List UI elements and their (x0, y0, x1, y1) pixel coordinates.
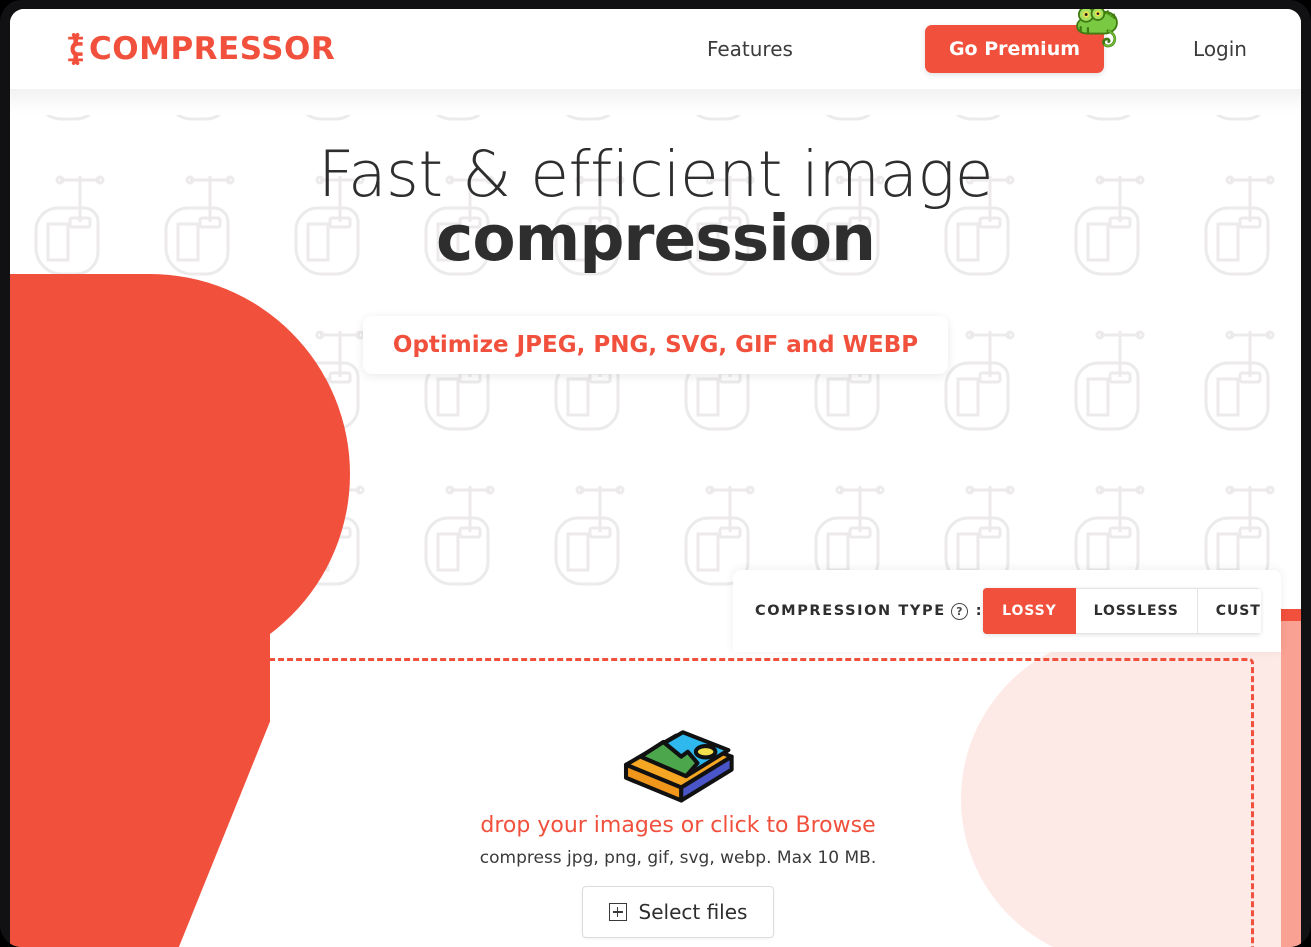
compression-type-label: COMPRESSION TYPE ? : (755, 602, 984, 620)
image-stack-icon (623, 730, 734, 803)
compression-type-options: LOSSY LOSSLESS CUSTOM (983, 588, 1261, 634)
dropzone-dashed-area[interactable]: drop your images or click to Browse comp… (102, 658, 1254, 947)
supported-formats-pill: Optimize JPEG, PNG, SVG, GIF and WEBP (362, 315, 949, 374)
go-premium-button[interactable]: Go Premium (924, 25, 1105, 73)
dropzone-title: drop your images or click to Browse (480, 813, 876, 838)
compression-option-lossless[interactable]: LOSSLESS (1075, 588, 1198, 634)
site-logo[interactable]: COMPRESSOR (62, 30, 335, 68)
dropzone-subtitle: compress jpg, png, gif, svg, webp. Max 1… (479, 848, 877, 868)
question-mark-circle-icon[interactable]: ? (950, 602, 968, 620)
compression-label-colon: : (975, 603, 984, 619)
nav-link-login[interactable]: Login (1189, 29, 1251, 69)
select-files-button[interactable]: Select files (581, 886, 775, 938)
main-navigation: Features Go Premium Login (703, 9, 1251, 73)
browser-viewport: COMPRESSOR Features Go Premium Login Fas… (10, 9, 1301, 947)
hero-section: Fast & efficient image compression Optim… (10, 115, 1301, 374)
logo-text: COMPRESSOR (89, 30, 336, 67)
compression-option-custom[interactable]: CUSTOM (1197, 588, 1261, 634)
compression-type-panel: COMPRESSION TYPE ? : LOSSY LOSSLESS CUST… (733, 570, 1281, 652)
site-header: COMPRESSOR Features Go Premium Login (10, 9, 1301, 89)
plus-square-icon (608, 903, 627, 921)
compression-option-lossy[interactable]: LOSSY (983, 588, 1076, 634)
page-title-line-1: Fast & efficient image (318, 138, 994, 211)
header-gradient-divider (10, 89, 1301, 115)
page-title-line-2: compression (436, 202, 876, 276)
nav-link-features[interactable]: Features (703, 29, 797, 69)
device-frame: COMPRESSOR Features Go Premium Login Fas… (0, 0, 1311, 947)
compression-type-label-text: COMPRESSION TYPE (755, 603, 946, 619)
select-files-label: Select files (638, 900, 748, 924)
go-premium-wrapper: Go Premium (924, 9, 1118, 73)
c-clamp-icon (68, 32, 83, 66)
file-dropzone[interactable]: drop your images or click to Browse comp… (78, 634, 1278, 947)
page-title: Fast & efficient image compression (10, 142, 1301, 276)
